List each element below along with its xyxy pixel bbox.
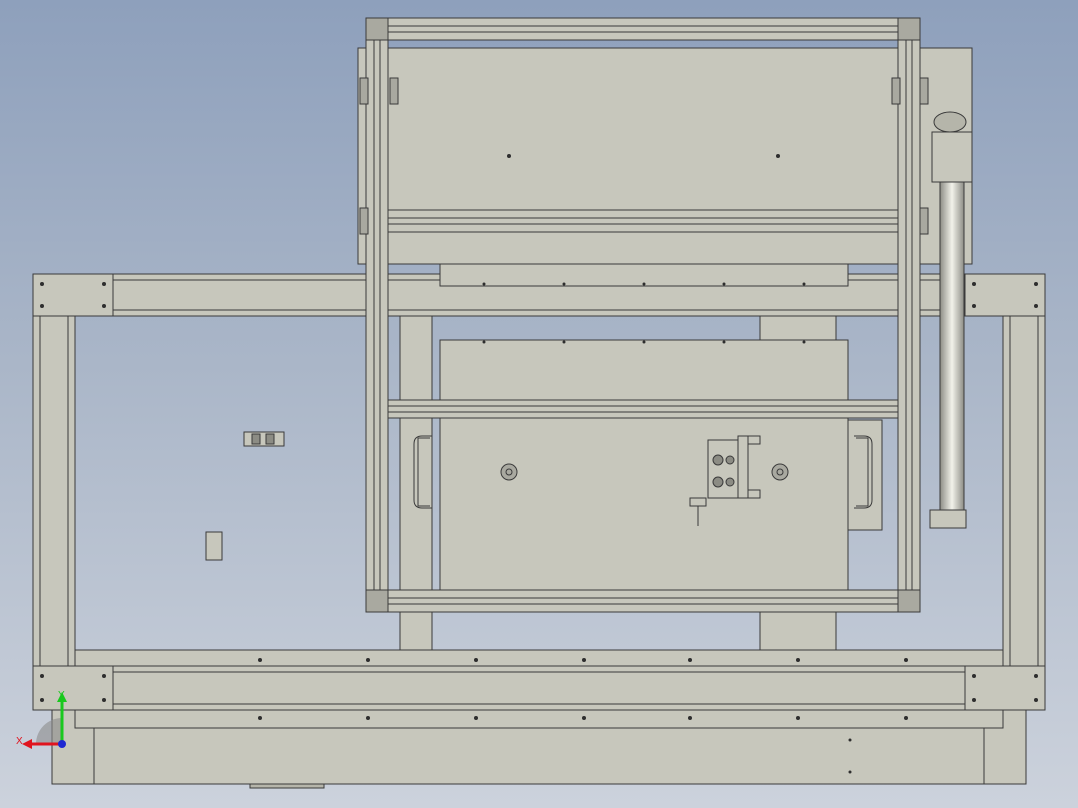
linear-actuator [929,111,973,529]
right-post [1002,315,1046,667]
left-post [32,315,76,667]
cable-clip [243,431,285,447]
sensor-block [205,531,223,561]
cad-graphics-viewport[interactable]: Y X [0,0,1078,808]
machine-assembly-drawing: Y X [16,17,1046,789]
triad-quadrant [36,718,62,744]
x-axis-label: X [16,736,23,747]
z-axis-dot [58,740,66,748]
y-axis-label: Y [58,690,65,701]
bed-plate [439,339,849,591]
lower-crossbeam [32,649,1046,729]
